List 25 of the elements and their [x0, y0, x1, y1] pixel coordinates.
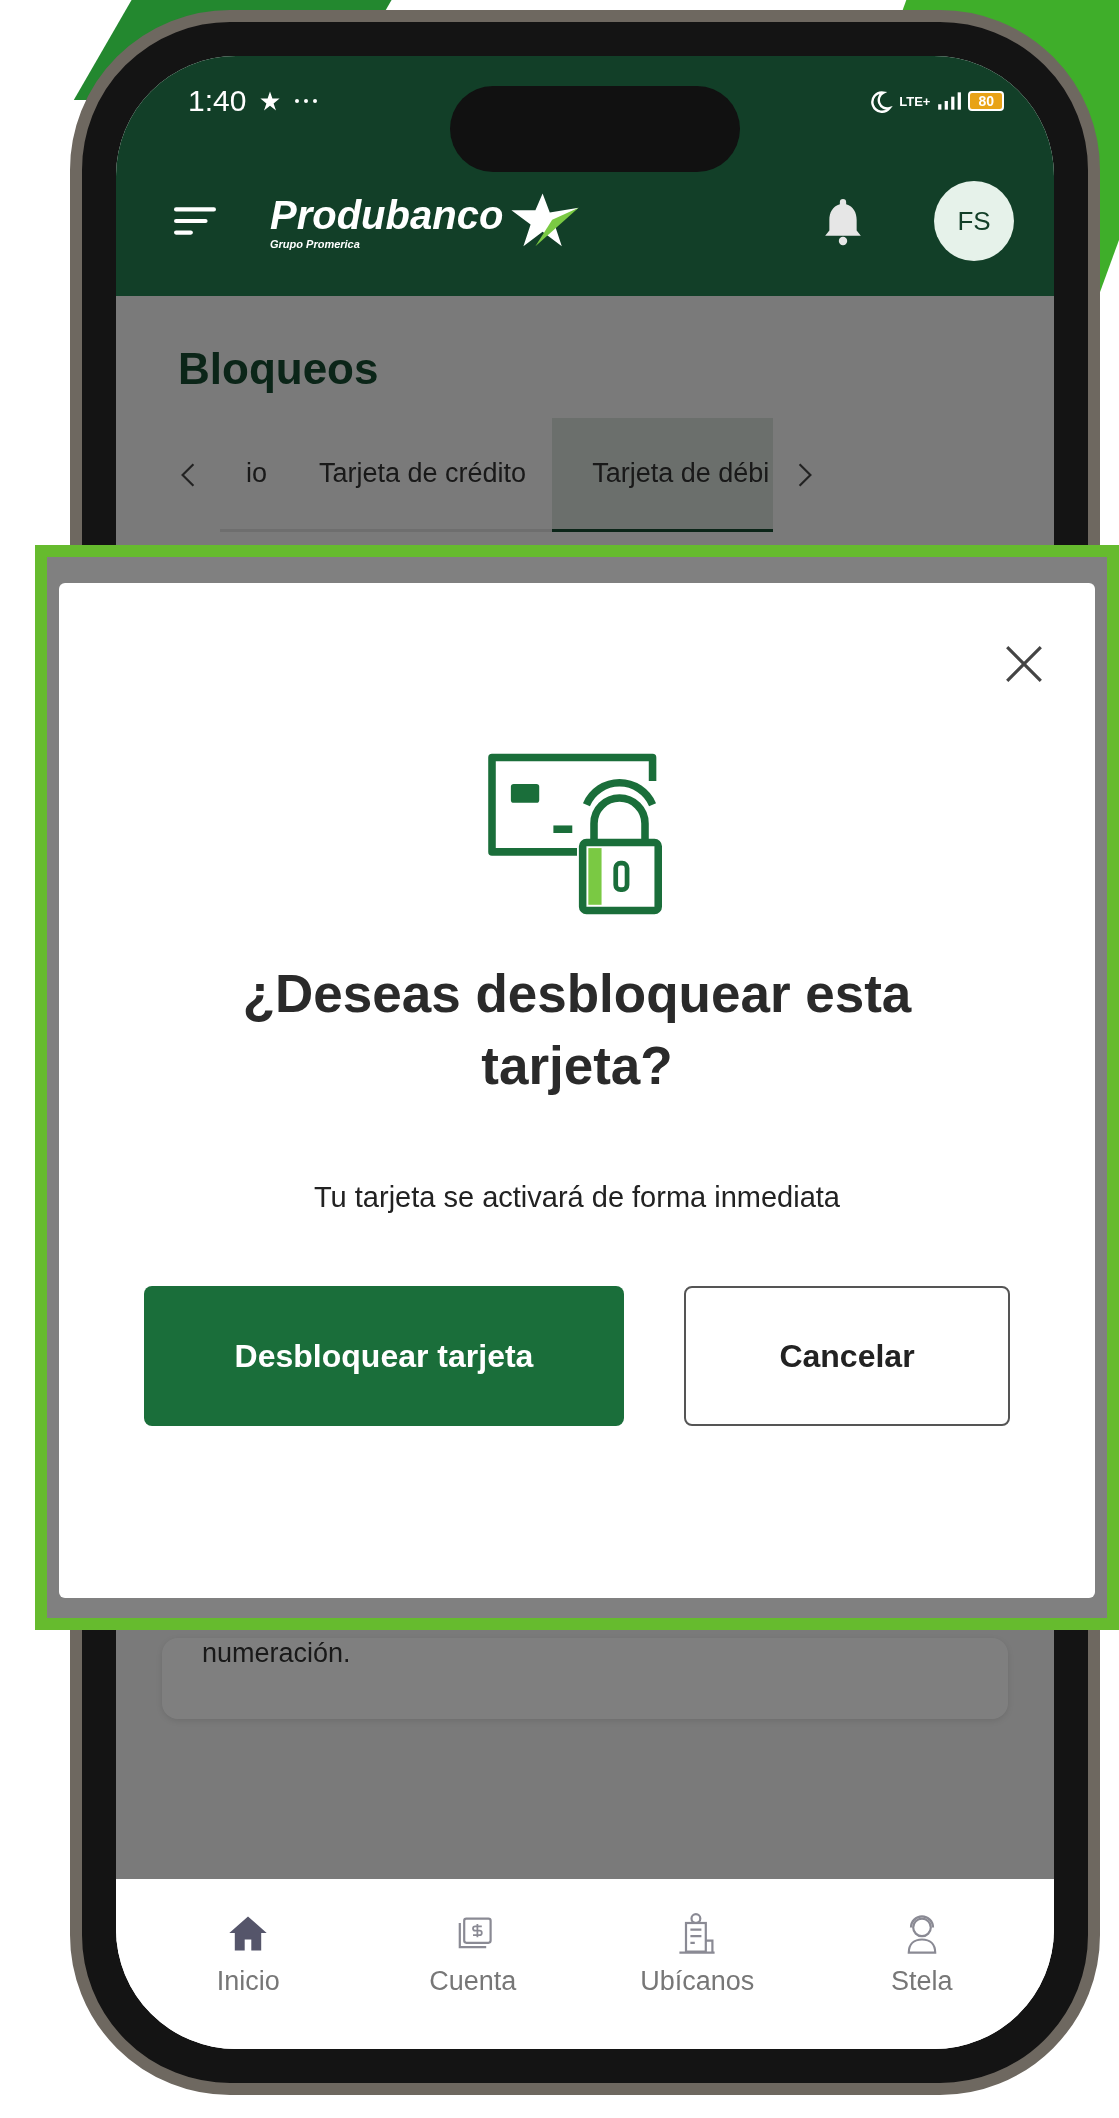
nav-item[interactable]: Inicio	[148, 1879, 349, 2029]
more-icon	[294, 98, 319, 104]
card-text: numeración.	[202, 1638, 351, 1668]
tab[interactable]: Tarjeta de débi	[552, 418, 774, 532]
signal-icon	[936, 92, 963, 110]
network-label: LTE+	[899, 93, 931, 109]
moon-icon	[869, 89, 894, 113]
nav-item[interactable]: Cuenta	[372, 1879, 573, 2029]
unlock-card-button[interactable]: Desbloquear tarjeta	[144, 1286, 624, 1427]
close-icon[interactable]	[1003, 643, 1045, 685]
brand-subtitle: Grupo Promerica	[270, 237, 361, 250]
cancel-button[interactable]: Cancelar	[684, 1286, 1010, 1427]
dialog-title: ¿Deseas desbloquear esta tarjeta?	[241, 963, 913, 1097]
dialog-message: Tu tarjeta se activará de forma inmediata	[314, 1181, 840, 1215]
battery-indicator: 80	[968, 91, 1004, 111]
status-time: 1:40	[188, 84, 247, 118]
menu-icon[interactable]	[174, 205, 216, 237]
nav-item[interactable]: Ubícanos	[597, 1879, 798, 2029]
chevron-right-icon[interactable]	[797, 462, 814, 488]
brand-logo-text: Produbanco	[270, 192, 504, 238]
page-title: Bloqueos	[178, 344, 380, 394]
nav-item[interactable]: Stela	[821, 1879, 1022, 2029]
tab[interactable]: io	[220, 418, 293, 532]
user-avatar[interactable]: FS	[934, 181, 1014, 261]
chevron-left-icon[interactable]	[180, 462, 196, 488]
